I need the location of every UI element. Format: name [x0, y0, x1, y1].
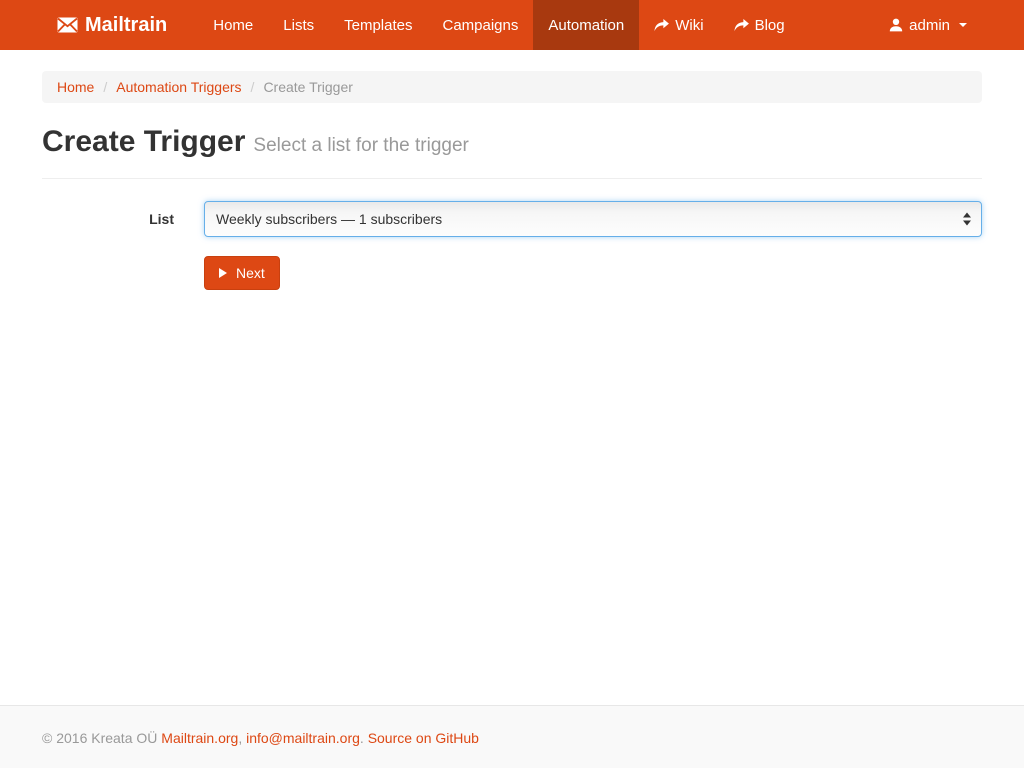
- nav-item-campaigns[interactable]: Campaigns: [427, 0, 533, 50]
- select-arrows-icon: [963, 213, 971, 226]
- main-content: Home / Automation Triggers / Create Trig…: [0, 50, 1024, 705]
- nav-item-automation[interactable]: Automation: [533, 0, 639, 50]
- nav-item-blog[interactable]: Blog: [719, 0, 800, 50]
- breadcrumb-separator: /: [251, 79, 255, 95]
- nav-label: Wiki: [675, 17, 703, 34]
- list-select[interactable]: Weekly subscribers — 1 subscribers: [204, 201, 982, 237]
- nav-item-templates[interactable]: Templates: [329, 0, 427, 50]
- copyright-text: © 2016 Kreata OÜ: [42, 730, 157, 746]
- create-trigger-form: List Weekly subscribers — 1 subscribers …: [42, 201, 982, 290]
- play-icon: [219, 268, 227, 278]
- chevron-down-icon: [959, 23, 967, 27]
- user-menu[interactable]: admin: [874, 0, 982, 50]
- nav-item-wiki[interactable]: Wiki: [639, 0, 718, 50]
- nav-label: Campaigns: [442, 17, 518, 34]
- envelope-icon: [57, 17, 78, 33]
- list-select-value: Weekly subscribers — 1 subscribers: [216, 211, 442, 227]
- nav-item-home[interactable]: Home: [198, 0, 268, 50]
- github-source-link[interactable]: Source on GitHub: [368, 730, 479, 746]
- next-button[interactable]: Next: [204, 256, 280, 290]
- share-icon: [734, 19, 749, 32]
- nav-label: Automation: [548, 17, 624, 34]
- nav-item-lists[interactable]: Lists: [268, 0, 329, 50]
- user-icon: [889, 18, 903, 32]
- breadcrumb-automation-triggers-link[interactable]: Automation Triggers: [116, 79, 241, 95]
- nav-label: Lists: [283, 17, 314, 34]
- page-title: Create Trigger: [42, 125, 245, 158]
- brand-label: Mailtrain: [85, 14, 167, 37]
- page-header: Create Trigger Select a list for the trig…: [42, 125, 982, 179]
- page-subtitle: Select a list for the trigger: [253, 135, 468, 156]
- footer: © 2016 Kreata OÜ Mailtrain.org, info@mai…: [0, 705, 1024, 768]
- breadcrumb-current: Create Trigger: [263, 79, 352, 95]
- mailtrain-org-link[interactable]: Mailtrain.org: [161, 730, 238, 746]
- nav-label: Blog: [755, 17, 785, 34]
- next-button-label: Next: [236, 265, 265, 281]
- main-nav: Home Lists Templates Campaigns Automatio…: [198, 0, 799, 50]
- list-label: List: [42, 201, 174, 237]
- nav-label: Home: [213, 17, 253, 34]
- top-navbar: Mailtrain Home Lists Templates Campaigns…: [0, 0, 1024, 50]
- user-label: admin: [909, 17, 950, 34]
- share-icon: [654, 19, 669, 32]
- breadcrumb-separator: /: [103, 79, 107, 95]
- nav-label: Templates: [344, 17, 412, 34]
- email-link[interactable]: info@mailtrain.org: [246, 730, 360, 746]
- footer-separator: .: [360, 730, 364, 746]
- footer-separator: ,: [238, 730, 242, 746]
- brand-link[interactable]: Mailtrain: [42, 0, 182, 50]
- breadcrumb: Home / Automation Triggers / Create Trig…: [42, 71, 982, 103]
- breadcrumb-home-link[interactable]: Home: [57, 79, 94, 95]
